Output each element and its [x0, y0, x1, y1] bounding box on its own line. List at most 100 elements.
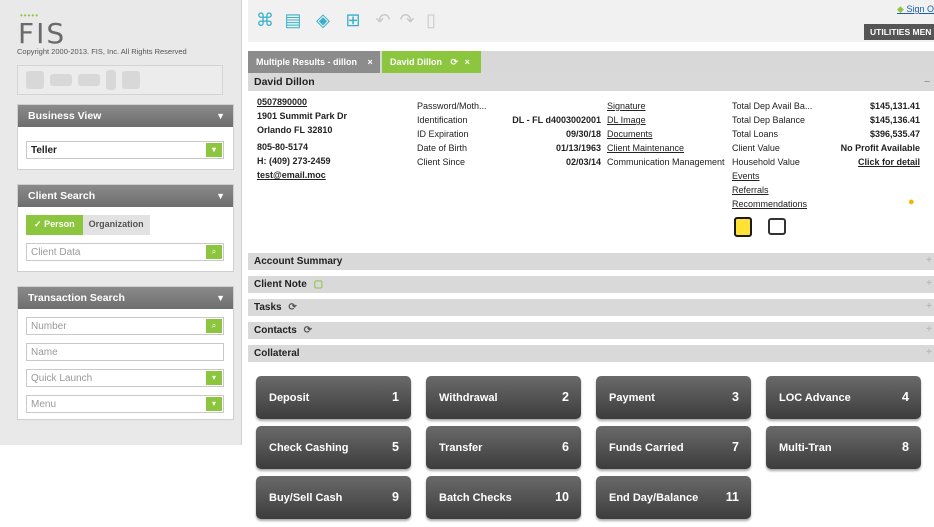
expand-icon[interactable]: + — [926, 301, 932, 312]
person-toggle[interactable]: ✓ Person — [26, 215, 83, 235]
section-label: Collateral — [254, 348, 300, 359]
expand-icon[interactable]: + — [926, 278, 932, 289]
search-icon[interactable]: ⌕ — [206, 319, 222, 333]
collateral-section[interactable]: Collateral + — [248, 345, 934, 362]
client-data-input[interactable]: Client Data ⌕ — [26, 243, 224, 261]
tile-number: 9 — [392, 490, 399, 504]
withdrawal-tile[interactable]: Withdrawal 2 — [426, 376, 581, 419]
total-label: Household Value — [732, 157, 800, 167]
collapse-icon[interactable]: ▼ — [216, 293, 225, 303]
check-cashing-tile[interactable]: Check Cashing 5 — [256, 426, 411, 469]
tile-number: 6 — [562, 440, 569, 454]
menu-select[interactable]: Menu ▾ — [26, 395, 224, 413]
note-icon: ▢ — [313, 279, 324, 290]
redo-icon[interactable]: ↷ — [396, 9, 418, 31]
end-day-balance-tile[interactable]: End Day/Balance 11 — [596, 476, 751, 519]
close-icon[interactable]: × — [368, 57, 373, 67]
field-value: 02/03/14 — [565, 157, 601, 167]
signature-link[interactable]: Signature — [607, 101, 646, 112]
tile-number: 2 — [562, 390, 569, 404]
name-input[interactable]: Name — [26, 343, 224, 361]
events-link[interactable]: Events — [732, 171, 760, 182]
recommendations-link[interactable]: Recommendations — [732, 199, 807, 210]
business-view-title: Business View — [28, 110, 102, 122]
ssn: 805-80-5174 — [257, 142, 309, 152]
receipt-icon[interactable]: ▤ — [282, 9, 304, 31]
section-label: Tasks — [254, 302, 282, 313]
tile-label: Buy/Sell Cash — [269, 492, 343, 504]
expand-icon[interactable]: + — [926, 324, 932, 335]
tile-label: End Day/Balance — [609, 492, 699, 504]
field-value: DL - FL d4003002001 — [512, 115, 601, 125]
business-view-header[interactable]: Business View ▼ — [18, 105, 233, 127]
sign-on-link[interactable]: ◆ Sign O — [897, 4, 934, 15]
client-note-section[interactable]: Client Note ▢ + — [248, 276, 934, 293]
refresh-icon[interactable]: ⟳ — [304, 325, 312, 336]
tile-number: 1 — [392, 390, 399, 404]
contacts-section[interactable]: Contacts ⟳ + — [248, 322, 934, 339]
organization-toggle[interactable]: Organization — [82, 215, 150, 235]
expand-icon[interactable]: + — [926, 255, 932, 266]
loc-advance-tile[interactable]: LOC Advance 4 — [766, 376, 921, 419]
collapse-icon[interactable]: ▼ — [216, 191, 225, 201]
funds-carried-tile[interactable]: Funds Carried 7 — [596, 426, 751, 469]
utilities-menu-button[interactable]: UTILITIES MEN — [864, 24, 934, 40]
field-label: Identification — [417, 115, 468, 125]
menu-label: Menu — [31, 399, 57, 410]
tile-number: 3 — [732, 390, 739, 404]
client-data-placeholder: Client Data — [31, 247, 81, 258]
account-number-link[interactable]: 0507890000 — [257, 97, 307, 108]
tile-label: LOC Advance — [779, 392, 851, 404]
teller-icon[interactable]: ⌘ — [254, 9, 276, 31]
cart-icon[interactable]: ⊞ — [342, 9, 364, 31]
close-icon[interactable]: × — [465, 57, 470, 67]
email-link[interactable]: test@email.moc — [257, 170, 326, 181]
search-icon[interactable]: ⌕ — [206, 245, 222, 259]
tab-david-dillon[interactable]: David Dillon ⟳ × — [382, 51, 481, 73]
documents-link[interactable]: Documents — [607, 129, 653, 140]
tile-label: Check Cashing — [269, 442, 349, 454]
dropdown-icon[interactable]: ▾ — [206, 143, 222, 157]
expand-icon[interactable]: + — [926, 347, 932, 358]
deposit-tile[interactable]: Deposit 1 — [256, 376, 411, 419]
household-detail-link[interactable]: Click for detail — [858, 157, 920, 168]
field-value: 01/13/1963 — [555, 143, 601, 153]
client-search-header[interactable]: Client Search ▼ — [18, 185, 233, 207]
section-label: Client Note — [254, 279, 307, 290]
client-maintenance-link[interactable]: Client Maintenance — [607, 143, 684, 154]
undo-icon[interactable]: ↶ — [372, 9, 394, 31]
number-placeholder: Number — [31, 321, 67, 332]
tag-icon[interactable]: ◈ — [312, 9, 334, 31]
referrals-link[interactable]: Referrals — [732, 185, 769, 196]
quick-launch-select[interactable]: Quick Launch ▾ — [26, 369, 224, 387]
tile-number: 5 — [392, 440, 399, 454]
dl-image-link[interactable]: DL Image — [607, 115, 646, 126]
transaction-search-header[interactable]: Transaction Search ▼ — [18, 287, 233, 309]
communication-management-link[interactable]: Communication Management — [607, 157, 725, 168]
batch-checks-tile[interactable]: Batch Checks 10 — [426, 476, 581, 519]
customer-info: 0507890000 1901 Summit Park Dr Orlando F… — [248, 91, 934, 249]
minimize-icon[interactable]: – — [924, 75, 930, 87]
lightbulb-icon[interactable]: ● — [908, 196, 915, 208]
collapse-icon[interactable]: ▼ — [216, 111, 225, 121]
tasks-section[interactable]: Tasks ⟳ + — [248, 299, 934, 316]
refresh-icon[interactable]: ⟳ — [288, 302, 296, 313]
document-icon[interactable]: ▯ — [420, 9, 442, 31]
dropdown-icon[interactable]: ▾ — [206, 371, 222, 385]
payment-tile[interactable]: Payment 3 — [596, 376, 751, 419]
transfer-tile[interactable]: Transfer 6 — [426, 426, 581, 469]
tile-label: Funds Carried — [609, 442, 684, 454]
business-view-select[interactable]: Teller ▾ — [26, 141, 224, 159]
buy-sell-cash-tile[interactable]: Buy/Sell Cash 9 — [256, 476, 411, 519]
tile-number: 4 — [902, 390, 909, 404]
refresh-icon[interactable]: ⟳ — [451, 57, 459, 67]
scanner-icon — [50, 74, 72, 86]
note-icon[interactable] — [768, 218, 786, 235]
account-summary-section[interactable]: Account Summary + — [248, 253, 934, 270]
number-input[interactable]: Number ⌕ — [26, 317, 224, 335]
dropdown-icon[interactable]: ▾ — [206, 397, 222, 411]
wifi-icon: ◆ — [897, 4, 904, 14]
tab-multiple-results[interactable]: Multiple Results - dillon × — [248, 51, 380, 73]
multi-tran-tile[interactable]: Multi-Tran 8 — [766, 426, 921, 469]
lock-icon[interactable] — [734, 217, 752, 237]
